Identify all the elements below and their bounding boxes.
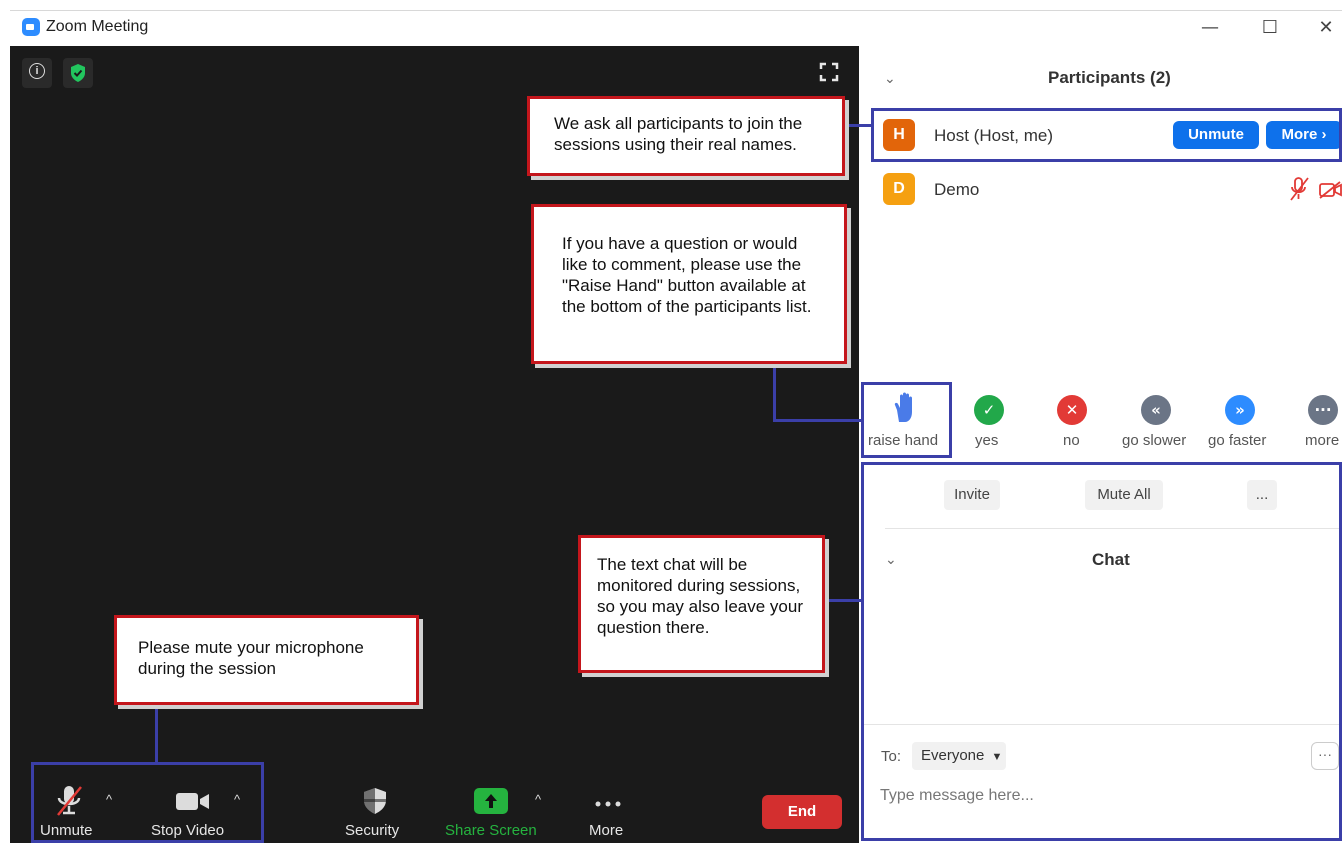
maximize-icon[interactable]: ☐ (1250, 14, 1290, 42)
fullscreen-icon[interactable] (815, 58, 843, 86)
more-ellipsis-icon[interactable] (593, 796, 623, 807)
connector-line (825, 599, 861, 602)
info-icon[interactable] (22, 58, 52, 88)
raise-hand-highlight (861, 382, 952, 458)
end-meeting-button[interactable]: End (762, 795, 842, 829)
rewind-icon[interactable]: « (1141, 395, 1171, 425)
encryption-shield-icon[interactable] (63, 58, 93, 88)
callout-mute: Please mute your microphone during the s… (114, 615, 419, 705)
connector-line (773, 419, 861, 422)
title-bar (10, 10, 1342, 47)
callout-raise-hand: If you have a question or would like to … (531, 204, 847, 364)
participant-name: Demo (934, 180, 980, 199)
x-icon[interactable]: ✕ (1057, 395, 1087, 425)
participant-muted-mic-icon (1287, 176, 1311, 202)
callout-real-names: We ask all participants to join the sess… (527, 96, 845, 176)
participant-video-off-icon (1318, 180, 1342, 200)
collapse-participants-chevron-icon[interactable]: ⌄ (884, 70, 896, 87)
share-options-chevron-icon[interactable]: ^ (535, 792, 541, 807)
check-icon[interactable]: ✓ (974, 395, 1004, 425)
ellipsis-icon[interactable]: ··· (1308, 395, 1338, 425)
participants-title: Participants (2) (1048, 68, 1171, 87)
reaction-yes[interactable]: yes (975, 432, 998, 449)
reaction-more[interactable]: more (1305, 432, 1339, 449)
connector-line (155, 705, 158, 762)
chat-panel-highlight (861, 462, 1342, 841)
audio-video-controls-highlight (31, 762, 264, 843)
reaction-no[interactable]: no (1063, 432, 1080, 449)
zoom-app-icon (22, 18, 40, 36)
security-shield-icon[interactable] (362, 787, 388, 815)
security-button[interactable]: Security (345, 822, 399, 839)
callout-chat: The text chat will be monitored during s… (578, 535, 825, 673)
share-screen-icon[interactable] (474, 788, 508, 814)
minimize-icon[interactable]: — (1190, 14, 1230, 42)
close-icon[interactable]: ✕ (1306, 14, 1342, 42)
avatar: D (883, 173, 915, 205)
reaction-go-faster[interactable]: go faster (1208, 432, 1266, 449)
participant-row-highlight (871, 108, 1342, 162)
share-screen-button[interactable]: Share Screen (445, 822, 537, 839)
window-title: Zoom Meeting (46, 18, 149, 35)
fast-forward-icon[interactable]: » (1225, 395, 1255, 425)
connector-line (773, 364, 776, 422)
connector-line (845, 124, 871, 127)
more-button[interactable]: More (589, 822, 623, 839)
reaction-go-slower[interactable]: go slower (1122, 432, 1186, 449)
